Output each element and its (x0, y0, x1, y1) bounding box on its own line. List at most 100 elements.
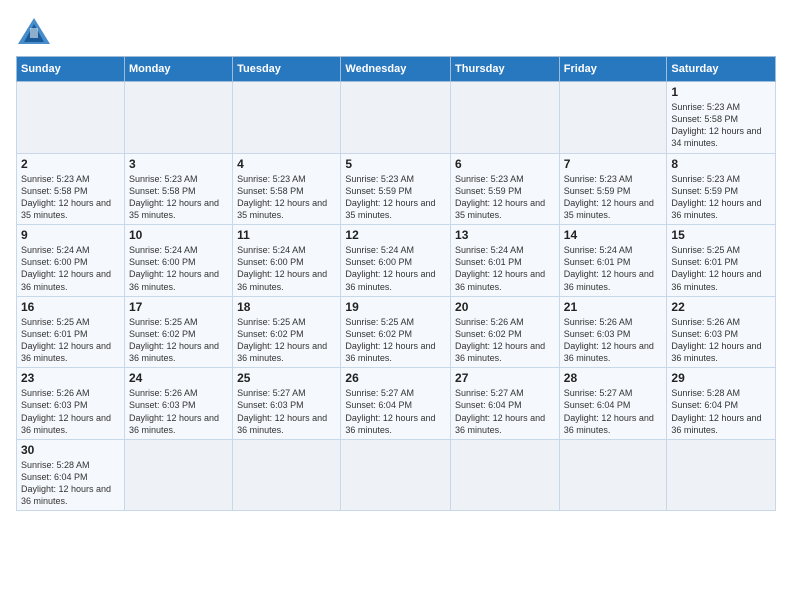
day-number: 26 (345, 371, 446, 385)
calendar-cell: 9Sunrise: 5:24 AM Sunset: 6:00 PM Daylig… (17, 225, 125, 297)
day-info: Sunrise: 5:26 AM Sunset: 6:02 PM Dayligh… (455, 316, 555, 365)
day-info: Sunrise: 5:25 AM Sunset: 6:01 PM Dayligh… (21, 316, 120, 365)
day-number: 23 (21, 371, 120, 385)
day-number: 18 (237, 300, 336, 314)
calendar-cell: 19 Sunrise: 5:25 AM Sunset: 6:02 PM Dayli… (341, 296, 451, 368)
calendar-cell: 16 Sunrise: 5:25 AM Sunset: 6:01 PM Dayli… (17, 296, 125, 368)
calendar-header: SundayMondayTuesdayWednesdayThursdayFrid… (17, 57, 776, 82)
calendar-cell: 15 Sunrise: 5:25 AM Sunset: 6:01 PM Dayli… (667, 225, 776, 297)
day-number: 8 (671, 157, 771, 171)
day-info: Sunrise: 5:24 AM Sunset: 6:00 PM Dayligh… (21, 244, 120, 293)
col-header-tuesday: Tuesday (233, 57, 341, 82)
day-number: 22 (671, 300, 771, 314)
day-info: Sunrise: 5:26 AM Sunset: 6:03 PM Dayligh… (21, 387, 120, 436)
day-info: Sunrise: 5:25 AM Sunset: 6:02 PM Dayligh… (129, 316, 228, 365)
calendar-cell: 21 Sunrise: 5:26 AM Sunset: 6:03 PM Dayli… (559, 296, 667, 368)
day-number: 12 (345, 228, 446, 242)
calendar-cell (667, 439, 776, 511)
calendar-cell: 20 Sunrise: 5:26 AM Sunset: 6:02 PM Dayli… (451, 296, 560, 368)
day-info: Sunrise: 5:23 AM Sunset: 5:58 PM Dayligh… (129, 173, 228, 222)
day-info: Sunrise: 5:25 AM Sunset: 6:02 PM Dayligh… (237, 316, 336, 365)
col-header-friday: Friday (559, 57, 667, 82)
day-info: Sunrise: 5:26 AM Sunset: 6:03 PM Dayligh… (129, 387, 228, 436)
day-info: Sunrise: 5:26 AM Sunset: 6:03 PM Dayligh… (564, 316, 663, 365)
calendar-cell: 30Sunrise: 5:28 AM Sunset: 6:04 PM Dayli… (17, 439, 125, 511)
day-info: Sunrise: 5:23 AM Sunset: 5:59 PM Dayligh… (455, 173, 555, 222)
day-info: Sunrise: 5:27 AM Sunset: 6:03 PM Dayligh… (237, 387, 336, 436)
day-number: 24 (129, 371, 228, 385)
day-info: Sunrise: 5:23 AM Sunset: 5:58 PM Dayligh… (237, 173, 336, 222)
day-info: Sunrise: 5:25 AM Sunset: 6:01 PM Dayligh… (671, 244, 771, 293)
day-info: Sunrise: 5:24 AM Sunset: 6:00 PM Dayligh… (237, 244, 336, 293)
day-number: 20 (455, 300, 555, 314)
day-number: 14 (564, 228, 663, 242)
day-info: Sunrise: 5:27 AM Sunset: 6:04 PM Dayligh… (564, 387, 663, 436)
day-number: 29 (671, 371, 771, 385)
day-info: Sunrise: 5:25 AM Sunset: 6:02 PM Dayligh… (345, 316, 446, 365)
day-info: Sunrise: 5:23 AM Sunset: 5:59 PM Dayligh… (564, 173, 663, 222)
calendar-cell: 11 Sunrise: 5:24 AM Sunset: 6:00 PM Dayli… (233, 225, 341, 297)
calendar-cell: 4Sunrise: 5:23 AM Sunset: 5:58 PM Daylig… (233, 153, 341, 225)
day-info: Sunrise: 5:23 AM Sunset: 5:58 PM Dayligh… (671, 101, 771, 150)
col-header-saturday: Saturday (667, 57, 776, 82)
day-number: 25 (237, 371, 336, 385)
day-number: 19 (345, 300, 446, 314)
day-number: 21 (564, 300, 663, 314)
day-number: 2 (21, 157, 120, 171)
day-info: Sunrise: 5:23 AM Sunset: 5:59 PM Dayligh… (345, 173, 446, 222)
day-number: 27 (455, 371, 555, 385)
day-number: 7 (564, 157, 663, 171)
day-info: Sunrise: 5:27 AM Sunset: 6:04 PM Dayligh… (345, 387, 446, 436)
calendar-cell: 14 Sunrise: 5:24 AM Sunset: 6:01 PM Dayli… (559, 225, 667, 297)
day-number: 28 (564, 371, 663, 385)
day-number: 16 (21, 300, 120, 314)
calendar-cell: 29 Sunrise: 5:28 AM Sunset: 6:04 PM Dayli… (667, 368, 776, 440)
calendar-cell: 10Sunrise: 5:24 AM Sunset: 6:00 PM Dayli… (124, 225, 232, 297)
day-info: Sunrise: 5:28 AM Sunset: 6:04 PM Dayligh… (21, 459, 120, 508)
col-header-wednesday: Wednesday (341, 57, 451, 82)
calendar-cell: 12 Sunrise: 5:24 AM Sunset: 6:00 PM Dayli… (341, 225, 451, 297)
calendar-cell: 17 Sunrise: 5:25 AM Sunset: 6:02 PM Dayli… (124, 296, 232, 368)
day-info: Sunrise: 5:24 AM Sunset: 6:01 PM Dayligh… (564, 244, 663, 293)
calendar-cell: 27Sunrise: 5:27 AM Sunset: 6:04 PM Dayli… (451, 368, 560, 440)
day-number: 11 (237, 228, 336, 242)
calendar-cell: 1 Sunrise: 5:23 AM Sunset: 5:58 PM Daylig… (667, 82, 776, 154)
day-number: 1 (671, 85, 771, 99)
calendar-cell: 24 Sunrise: 5:26 AM Sunset: 6:03 PM Dayli… (124, 368, 232, 440)
day-number: 17 (129, 300, 228, 314)
calendar-cell: 25 Sunrise: 5:27 AM Sunset: 6:03 PM Dayli… (233, 368, 341, 440)
calendar-cell: 28 Sunrise: 5:27 AM Sunset: 6:04 PM Dayli… (559, 368, 667, 440)
calendar-cell (341, 82, 451, 154)
calendar-cell (233, 439, 341, 511)
calendar-cell: 5 Sunrise: 5:23 AM Sunset: 5:59 PM Daylig… (341, 153, 451, 225)
calendar-cell (233, 82, 341, 154)
calendar-cell: 3 Sunrise: 5:23 AM Sunset: 5:58 PM Daylig… (124, 153, 232, 225)
calendar-cell: 22 Sunrise: 5:26 AM Sunset: 6:03 PM Dayli… (667, 296, 776, 368)
calendar-cell: 8 Sunrise: 5:23 AM Sunset: 5:59 PM Daylig… (667, 153, 776, 225)
day-number: 6 (455, 157, 555, 171)
day-info: Sunrise: 5:24 AM Sunset: 6:00 PM Dayligh… (345, 244, 446, 293)
calendar-cell (341, 439, 451, 511)
day-info: Sunrise: 5:26 AM Sunset: 6:03 PM Dayligh… (671, 316, 771, 365)
calendar-cell: 7 Sunrise: 5:23 AM Sunset: 5:59 PM Daylig… (559, 153, 667, 225)
day-info: Sunrise: 5:23 AM Sunset: 5:59 PM Dayligh… (671, 173, 771, 222)
day-info: Sunrise: 5:28 AM Sunset: 6:04 PM Dayligh… (671, 387, 771, 436)
col-header-sunday: Sunday (17, 57, 125, 82)
logo (16, 16, 56, 46)
calendar-table: SundayMondayTuesdayWednesdayThursdayFrid… (16, 56, 776, 511)
calendar-cell: 2Sunrise: 5:23 AM Sunset: 5:58 PM Daylig… (17, 153, 125, 225)
day-number: 10 (129, 228, 228, 242)
day-number: 3 (129, 157, 228, 171)
day-number: 13 (455, 228, 555, 242)
calendar-cell (559, 439, 667, 511)
day-info: Sunrise: 5:24 AM Sunset: 6:01 PM Dayligh… (455, 244, 555, 293)
col-header-thursday: Thursday (451, 57, 560, 82)
calendar-cell: 18 Sunrise: 5:25 AM Sunset: 6:02 PM Dayli… (233, 296, 341, 368)
calendar-cell: 13 Sunrise: 5:24 AM Sunset: 6:01 PM Dayli… (451, 225, 560, 297)
calendar-cell: 26 Sunrise: 5:27 AM Sunset: 6:04 PM Dayli… (341, 368, 451, 440)
calendar-cell (17, 82, 125, 154)
day-number: 15 (671, 228, 771, 242)
day-number: 5 (345, 157, 446, 171)
header (16, 16, 776, 46)
calendar-cell (451, 82, 560, 154)
